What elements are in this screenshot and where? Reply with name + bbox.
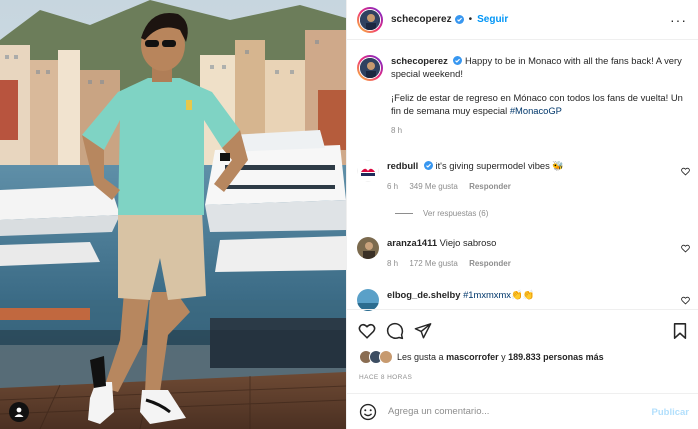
like-comment-heart-icon[interactable]	[681, 167, 690, 176]
comment-input[interactable]	[388, 406, 618, 417]
comment-time: 8 h	[387, 259, 399, 268]
monaco-harbor-photo	[0, 0, 346, 429]
comment-avatar[interactable]	[357, 237, 379, 259]
follow-button[interactable]: Seguir	[477, 14, 508, 25]
comment-text: it's giving supermodel vibes 🐝	[435, 160, 565, 171]
likes-prefix: Les gusta a	[397, 352, 444, 362]
caption-hashtag[interactable]: #MonacoGP	[510, 105, 562, 116]
separator-dot: •	[468, 14, 473, 25]
verified-badge-icon	[453, 56, 463, 65]
post-action-bar	[347, 309, 698, 353]
comment-item: aranza1411 Viejo sabroso 8 h 172 Me gust…	[357, 237, 692, 270]
reply-button[interactable]: Responder	[469, 182, 511, 191]
likes-summary: Les gusta a mascorrofer y 189.833 person…	[359, 350, 604, 364]
post-time-ago: HACE 8 HORAS	[359, 374, 413, 381]
add-comment-bar: Publicar	[347, 393, 698, 429]
more-options-icon[interactable]: ···	[670, 12, 687, 28]
post-caption: schecoperez Happy to be in Monaco with a…	[357, 55, 692, 138]
comment-avatar[interactable]	[357, 289, 379, 311]
post-photo[interactable]	[0, 0, 346, 429]
post-header: schecoperez • Seguir ···	[347, 0, 698, 40]
reply-button[interactable]: Responder	[469, 259, 511, 268]
comment-item: redbull it's giving supermodel vibes 🐝 6…	[357, 160, 692, 193]
comment-username[interactable]: elbog_de.shelby	[387, 289, 460, 300]
replies-divider	[395, 213, 413, 214]
verified-badge-icon	[423, 161, 433, 170]
comment-bubble-icon[interactable]	[386, 322, 404, 340]
comment-username[interactable]: aranza1411	[387, 237, 437, 248]
tagged-user-icon[interactable]	[9, 402, 29, 422]
likes-count[interactable]: 189.833 personas más	[508, 352, 604, 362]
comment-avatar[interactable]	[357, 160, 379, 182]
caption-username[interactable]: schecoperez	[391, 55, 448, 66]
liker-avatars[interactable]	[359, 350, 393, 364]
comment-item: elbog_de.shelby #1mxmxmx👏👏	[357, 289, 692, 311]
post-details-panel: schecoperez • Seguir ··· schecoperez Hap…	[346, 0, 698, 429]
likes-user[interactable]: mascorrofer	[446, 352, 499, 362]
verified-badge-icon	[454, 15, 464, 24]
comment-username[interactable]: redbull	[387, 160, 418, 171]
view-replies-link[interactable]: Ver respuestas (6)	[395, 209, 488, 218]
like-comment-heart-icon[interactable]	[681, 244, 690, 253]
view-replies-label[interactable]: Ver respuestas (6)	[423, 209, 488, 218]
like-heart-icon[interactable]	[358, 322, 376, 340]
likes-joiner: y	[501, 352, 506, 362]
author-username[interactable]: schecoperez	[391, 14, 452, 25]
like-comment-heart-icon[interactable]	[681, 296, 690, 305]
comment-time: 6 h	[387, 182, 399, 191]
caption-time: 8 h	[391, 126, 403, 135]
comment-likes[interactable]: 172 Me gusta	[409, 259, 457, 268]
save-bookmark-icon[interactable]	[671, 322, 689, 340]
comment-likes[interactable]: 349 Me gusta	[409, 182, 457, 191]
author-avatar[interactable]	[357, 6, 383, 33]
comment-text: Viejo sabroso	[439, 237, 497, 248]
caption-avatar[interactable]	[357, 55, 383, 81]
publish-button[interactable]: Publicar	[652, 407, 690, 418]
emoji-smiley-icon[interactable]	[359, 403, 377, 421]
comment-hashtag[interactable]: #1mxmxmx	[463, 289, 511, 300]
share-send-icon[interactable]	[414, 322, 432, 340]
comment-emoji: 👏👏	[511, 289, 535, 300]
